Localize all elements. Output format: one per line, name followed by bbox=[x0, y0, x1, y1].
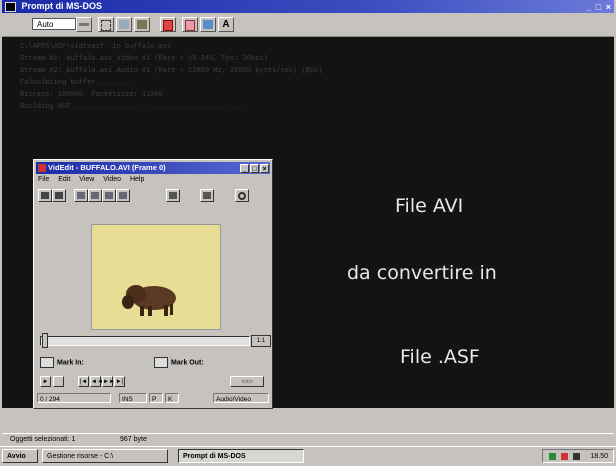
videdit-controls: _ □ × bbox=[239, 163, 269, 175]
p-indicator: P bbox=[149, 393, 163, 403]
paste-icon[interactable] bbox=[134, 17, 150, 32]
console-line: Calculating buffer......... bbox=[20, 79, 134, 87]
buffalo-image bbox=[122, 285, 176, 316]
window-controls[interactable]: _ □ × bbox=[586, 1, 612, 14]
mark-in-icon bbox=[40, 357, 54, 368]
selected-size: 967 byte bbox=[120, 436, 147, 443]
dropdown-arrow-icon[interactable] bbox=[76, 17, 92, 32]
menu-file[interactable]: File bbox=[38, 176, 49, 183]
taskbar: Avvio Gestione risorse - C:\ Prompt di M… bbox=[0, 446, 616, 466]
copy-icon[interactable] bbox=[116, 17, 132, 32]
dos-title-bar[interactable]: Prompt di MS-DOS _ □ × bbox=[2, 0, 614, 13]
properties-icon[interactable] bbox=[182, 17, 198, 32]
speaker-icon[interactable] bbox=[549, 453, 556, 460]
menu-edit[interactable]: Edit bbox=[58, 176, 70, 183]
play-icon[interactable]: ► bbox=[40, 376, 51, 387]
first-frame-icon[interactable]: |◄ bbox=[78, 376, 89, 387]
caption-line-3: File .ASF bbox=[400, 346, 480, 368]
console-line: C:\APPS\ASF\vidtoasf -in buffalo.avi bbox=[20, 43, 172, 51]
last-frame-icon[interactable]: ►| bbox=[114, 376, 125, 387]
console-line: Building ASF............................… bbox=[20, 103, 243, 111]
open-icon[interactable] bbox=[38, 189, 52, 202]
dos-toolbar: Auto A bbox=[2, 14, 614, 37]
task-explorer-label: Gestione risorse - C:\ bbox=[47, 453, 114, 460]
mark-out-button[interactable]: Mark Out: bbox=[154, 357, 204, 368]
menu-video[interactable]: Video bbox=[103, 176, 121, 183]
minimize-button[interactable]: _ bbox=[240, 164, 249, 173]
find-icon[interactable] bbox=[235, 189, 249, 202]
zoom-button[interactable]: 1:1 bbox=[251, 335, 271, 347]
rewind-icon[interactable]: ◄◄ bbox=[90, 376, 103, 387]
start-button[interactable]: Avvio bbox=[2, 449, 38, 463]
k-indicator: K bbox=[165, 393, 179, 403]
font-icon[interactable]: A bbox=[218, 17, 234, 32]
frame-counter: 0 / 294 bbox=[37, 393, 111, 403]
msdos-icon bbox=[5, 2, 16, 12]
videdit-window: VidEdit - BUFFALO.AVI (Frame 0) _ □ × File… bbox=[33, 159, 273, 409]
compress-icon[interactable] bbox=[200, 189, 214, 202]
save-icon[interactable] bbox=[52, 189, 66, 202]
caption-line-1: File AVI bbox=[395, 195, 464, 217]
fullscreen-icon[interactable] bbox=[160, 17, 176, 32]
console-line: Stream #1: buffalo.avi Video #1 (Rate = … bbox=[20, 55, 268, 63]
videdit-title: VidEdit - BUFFALO.AVI (Frame 0) bbox=[48, 163, 166, 172]
videdit-menu-bar: File Edit View Video Help bbox=[38, 176, 151, 183]
monitor-icon[interactable] bbox=[573, 453, 580, 460]
stream-type: Audio/Video bbox=[213, 393, 269, 403]
start-label: Avvio bbox=[7, 453, 26, 460]
edit-icon[interactable] bbox=[116, 189, 130, 202]
forward-icon[interactable]: ►► bbox=[102, 376, 115, 387]
frame-slider-track[interactable] bbox=[40, 336, 250, 346]
insert-mode: INS bbox=[119, 393, 147, 403]
film-icon[interactable] bbox=[166, 189, 180, 202]
mark-out-label: Mark Out: bbox=[171, 359, 204, 367]
background-icon[interactable] bbox=[200, 17, 216, 32]
cut-icon[interactable] bbox=[74, 189, 88, 202]
paste-icon[interactable] bbox=[102, 189, 116, 202]
font-size-select[interactable]: Auto bbox=[32, 18, 76, 30]
stream-view-icon[interactable]: ▭▭ bbox=[230, 376, 264, 387]
mark-icon[interactable] bbox=[98, 17, 114, 32]
menu-help[interactable]: Help bbox=[130, 176, 144, 183]
task-msdos-label: Prompt di MS-DOS bbox=[183, 453, 246, 460]
close-button[interactable]: × bbox=[260, 164, 269, 173]
mark-in-label: Mark In: bbox=[57, 359, 84, 367]
copy-icon[interactable] bbox=[88, 189, 102, 202]
explorer-status-bar: Oggetti selezionati: 1 967 byte bbox=[2, 433, 614, 446]
selected-count: Oggetti selezionati: 1 bbox=[10, 436, 76, 443]
caption-line-2: da convertire in bbox=[347, 262, 497, 284]
system-tray: 18.50 bbox=[542, 449, 614, 463]
stop-icon[interactable] bbox=[53, 376, 64, 387]
menu-view[interactable]: View bbox=[79, 176, 94, 183]
task-explorer[interactable]: Gestione risorse - C:\ bbox=[42, 449, 168, 463]
videdit-app-icon bbox=[38, 164, 46, 172]
videdit-title-bar[interactable]: VidEdit - BUFFALO.AVI (Frame 0) _ □ × bbox=[36, 162, 270, 174]
console-line: Bitrate: 100000 Packetsize: 11500 bbox=[20, 91, 163, 99]
console-line: Stream #2: buffalo.avi Audio #1 (Rate = … bbox=[20, 67, 323, 75]
mark-in-button[interactable]: Mark In: bbox=[40, 357, 84, 368]
frame-slider-thumb[interactable] bbox=[42, 333, 48, 348]
dos-title: Prompt di MS-DOS bbox=[21, 1, 103, 11]
videdit-status-bar: 0 / 294 INS P K Audio/Video bbox=[37, 393, 269, 404]
clock[interactable]: 18.50 bbox=[590, 450, 608, 464]
network-icon[interactable] bbox=[561, 453, 568, 460]
task-msdos[interactable]: Prompt di MS-DOS bbox=[178, 449, 304, 463]
maximize-button[interactable]: □ bbox=[250, 164, 259, 173]
mark-out-icon bbox=[154, 357, 168, 368]
